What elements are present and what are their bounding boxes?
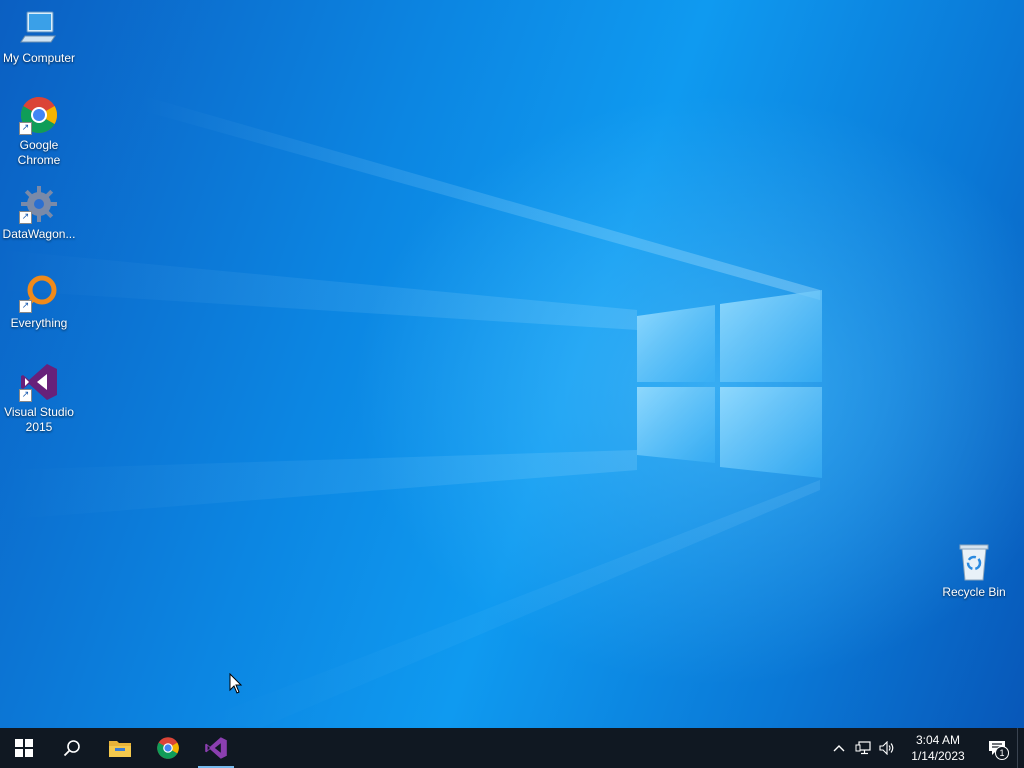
desktop-icon-label: Recycle Bin (942, 585, 1006, 599)
start-button[interactable] (0, 728, 48, 768)
desktop-icon-my-computer[interactable]: My Computer (0, 8, 78, 66)
gear-icon: ↗ (19, 184, 59, 224)
clock[interactable]: 3:04 AM 1/14/2023 (903, 732, 973, 764)
mouse-cursor-icon (229, 673, 243, 694)
show-hidden-icons-button[interactable] (827, 728, 851, 768)
clock-date: 1/14/2023 (911, 749, 965, 763)
desktop-icon-datawagon[interactable]: ↗ DataWagon... (0, 184, 78, 242)
clock-time: 3:04 AM (915, 733, 961, 747)
network-icon (855, 741, 871, 755)
desktop-icon-google-chrome[interactable]: ↗ Google Chrome (0, 95, 78, 168)
volume-button[interactable] (875, 728, 899, 768)
taskbar-chrome[interactable] (144, 728, 192, 768)
desktop: My Computer ↗ Google Chrome ↗ DataWagon.… (0, 0, 1024, 728)
shortcut-arrow-icon: ↗ (19, 211, 32, 224)
shortcut-arrow-icon: ↗ (19, 122, 32, 135)
volume-icon (879, 741, 894, 755)
windows-logo-icon (15, 739, 33, 757)
desktop-icon-visual-studio-2015[interactable]: ↗ Visual Studio 2015 (0, 362, 78, 435)
folder-icon (109, 741, 131, 757)
search-button[interactable] (48, 728, 96, 768)
visual-studio-icon (205, 737, 227, 759)
network-button[interactable] (851, 728, 875, 768)
desktop-icon-recycle-bin[interactable]: Recycle Bin (935, 542, 1013, 600)
shortcut-arrow-icon: ↗ (19, 300, 32, 313)
desktop-icon-label: My Computer (2, 51, 76, 65)
desktop-icon-everything[interactable]: ↗ Everything (0, 273, 78, 331)
shortcut-arrow-icon: ↗ (19, 389, 32, 402)
visual-studio-icon: ↗ (19, 362, 59, 402)
taskbar-visual-studio[interactable] (192, 728, 240, 768)
desktop-icon-label: DataWagon... (2, 227, 76, 241)
recycle-bin-icon (954, 542, 994, 582)
notification-count-badge: 1 (995, 746, 1009, 760)
show-desktop-button[interactable] (1017, 728, 1024, 768)
chrome-icon (157, 737, 179, 759)
search-icon (63, 740, 80, 757)
action-center-button[interactable]: 1 (977, 728, 1017, 768)
magnifier-icon: ↗ (19, 273, 59, 313)
system-tray: 3:04 AM 1/14/2023 1 (827, 728, 1024, 768)
taskbar: 3:04 AM 1/14/2023 1 (0, 728, 1024, 768)
chrome-icon: ↗ (19, 95, 59, 135)
windows-logo-glow (637, 290, 822, 478)
computer-icon (19, 8, 59, 48)
desktop-icon-label: Everything (10, 316, 68, 330)
chevron-up-icon (833, 745, 845, 752)
desktop-icon-label: Visual Studio 2015 (4, 405, 74, 434)
wallpaper-light-beams (0, 95, 822, 728)
taskbar-file-explorer[interactable] (96, 728, 144, 768)
desktop-icon-label: Google Chrome (17, 138, 61, 167)
